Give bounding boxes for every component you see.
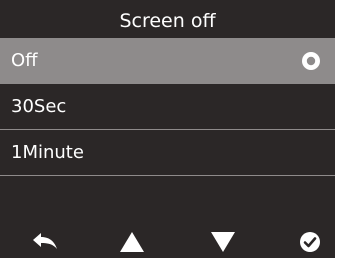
option-label: 30Sec <box>11 96 67 117</box>
option-label: Off <box>11 50 38 71</box>
back-button[interactable] <box>25 226 65 258</box>
option-label: 1Minute <box>11 142 84 163</box>
option-30sec[interactable]: 30Sec <box>0 84 335 130</box>
option-off[interactable]: Off <box>0 38 335 84</box>
screen-off-menu: Screen off Off 30Sec 1Minute <box>0 0 335 258</box>
back-arrow-icon <box>33 233 57 249</box>
down-button[interactable] <box>203 226 243 258</box>
option-1minute[interactable]: 1Minute <box>0 130 335 176</box>
up-triangle-icon <box>120 232 144 252</box>
down-triangle-icon <box>211 232 235 252</box>
confirm-check-icon <box>300 232 320 252</box>
bottom-toolbar <box>0 226 335 258</box>
confirm-button[interactable] <box>290 226 330 258</box>
page-title: Screen off <box>119 10 216 32</box>
radio-selected-icon <box>302 52 320 70</box>
up-button[interactable] <box>112 226 152 258</box>
